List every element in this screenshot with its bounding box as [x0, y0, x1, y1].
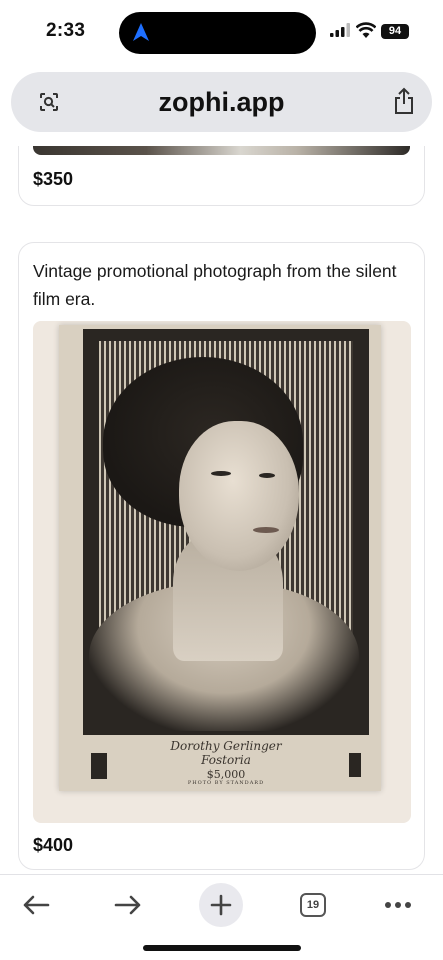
back-icon: [23, 895, 50, 915]
listing-photo[interactable]: [33, 146, 410, 155]
home-indicator[interactable]: [143, 945, 301, 951]
navigation-arrow-icon: [133, 23, 149, 41]
share-icon[interactable]: [393, 87, 415, 115]
tabs-icon: 19: [300, 893, 326, 917]
listing-card[interactable]: $350: [18, 146, 425, 206]
forward-icon: [114, 895, 141, 915]
photo-face: [179, 421, 299, 571]
status-bar: 2:33 94: [0, 0, 443, 66]
browser-header: zophi.app: [0, 66, 443, 146]
listing-description: Vintage promotional photograph from the …: [33, 261, 397, 309]
photo-caption-credit: PHOTO BY STANDARD: [187, 780, 265, 786]
photo-eye: [259, 473, 275, 478]
listing-card[interactable]: Vintage promotional photograph from the …: [18, 242, 425, 870]
signal-icon: [330, 23, 350, 37]
listing-price: $400: [33, 835, 74, 855]
back-button[interactable]: [14, 883, 58, 927]
url-text[interactable]: zophi.app: [11, 87, 432, 118]
photo-caption-place: Fostoria: [201, 753, 251, 767]
more-icon: [385, 902, 411, 908]
address-bar[interactable]: zophi.app: [11, 72, 432, 132]
tabs-button[interactable]: 19: [291, 883, 335, 927]
listing-photo[interactable]: Dorothy Gerlinger Fostoria $5,000 PHOTO …: [33, 321, 411, 823]
page-content[interactable]: $350 Vintage promotional photograph from…: [0, 146, 443, 874]
wifi-icon: [356, 22, 376, 38]
photo-eye: [211, 471, 231, 476]
listing-price: $350: [33, 169, 74, 189]
photo-caption-name: Dorothy Gerlinger: [170, 739, 282, 753]
battery-icon: 94: [381, 24, 409, 39]
status-time: 2:33: [46, 20, 86, 41]
photo-mouth: [253, 527, 279, 533]
browser-toolbar: 19: [0, 874, 443, 960]
plus-icon: [210, 894, 232, 916]
new-tab-button[interactable]: [199, 883, 243, 927]
forward-button[interactable]: [106, 883, 150, 927]
photo-caption: Dorothy Gerlinger Fostoria $5,000 PHOTO …: [89, 737, 363, 787]
more-button[interactable]: [376, 883, 420, 927]
